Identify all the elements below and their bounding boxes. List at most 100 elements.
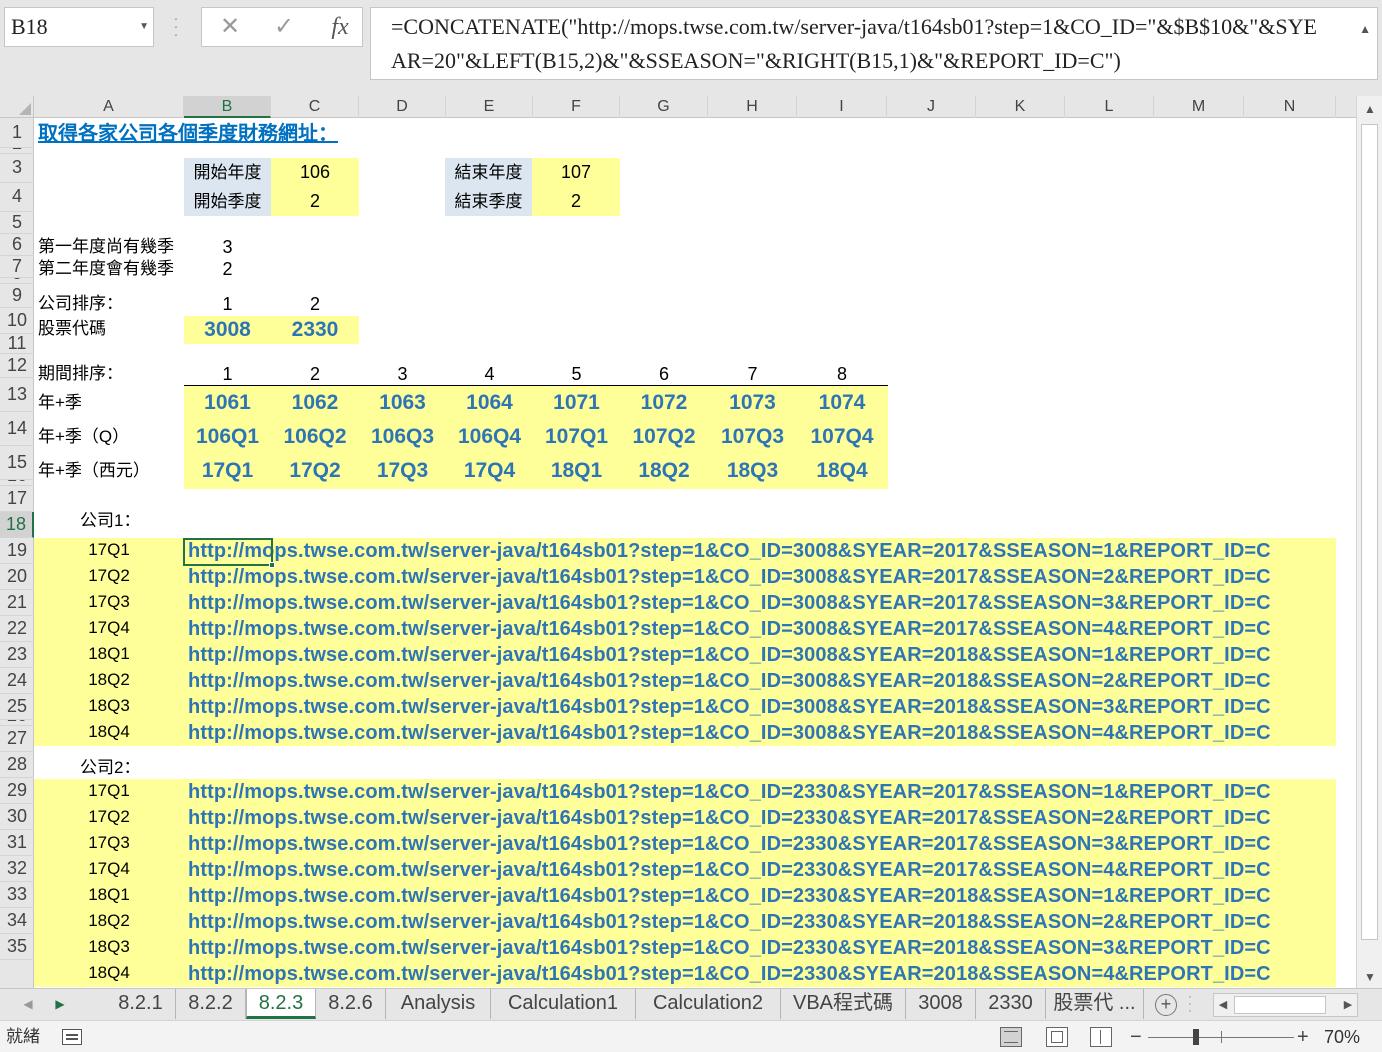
column-header-n[interactable]: N: [1244, 96, 1336, 118]
yq-q-cell-8[interactable]: 107Q4: [797, 420, 887, 454]
row-header-32[interactable]: 32: [0, 856, 34, 882]
sheet-tab-6[interactable]: Calculation1: [491, 989, 636, 1019]
period-order-3[interactable]: 3: [359, 362, 446, 386]
company2-url-1[interactable]: http://mops.twse.com.tw/server-java/t164…: [188, 779, 1271, 805]
first-year-label[interactable]: 第一年度尚有幾季: [38, 236, 174, 258]
row-header-3[interactable]: 3: [0, 154, 34, 183]
company1-url-4[interactable]: http://mops.twse.com.tw/server-java/t164…: [188, 616, 1271, 642]
yq-ad-cell-6[interactable]: 18Q2: [620, 454, 708, 488]
yq-cell-8[interactable]: 1074: [797, 386, 887, 420]
sheet-tab-10[interactable]: 2330: [976, 989, 1046, 1019]
company2-url-5[interactable]: http://mops.twse.com.tw/server-java/t164…: [188, 883, 1271, 909]
company1-url-8[interactable]: http://mops.twse.com.tw/server-java/t164…: [188, 720, 1271, 746]
insert-function-icon[interactable]: fx: [320, 8, 360, 46]
yq-cell-5[interactable]: 1071: [533, 386, 620, 420]
company1-period-1[interactable]: 17Q1: [34, 538, 184, 564]
page-break-icon[interactable]: [1090, 1027, 1112, 1047]
start-quarter-label[interactable]: 開始季度: [184, 187, 271, 216]
row-header-30[interactable]: 30: [0, 804, 34, 830]
start-year-value[interactable]: 106: [271, 158, 359, 187]
yq-ad-cell-5[interactable]: 18Q1: [533, 454, 620, 488]
column-header-i[interactable]: I: [797, 96, 887, 118]
yq-cell-4[interactable]: 1064: [446, 386, 533, 420]
tab-prev-icon[interactable]: ◀: [14, 989, 42, 1019]
normal-view-icon[interactable]: [1000, 1027, 1022, 1047]
row-header-34[interactable]: 34: [0, 908, 34, 934]
second-year-value[interactable]: 2: [184, 258, 271, 280]
vertical-scroll-thumb[interactable]: [1361, 124, 1378, 940]
column-header-h[interactable]: H: [708, 96, 797, 118]
sheet-title[interactable]: 取得各家公司各個季度財務網址：: [38, 120, 338, 148]
column-header-l[interactable]: L: [1065, 96, 1154, 118]
company2-url-7[interactable]: http://mops.twse.com.tw/server-java/t164…: [188, 935, 1271, 961]
period-order-4[interactable]: 4: [446, 362, 533, 386]
company2-period-7[interactable]: 18Q3: [34, 935, 184, 961]
scroll-left-icon[interactable]: ◀: [1214, 994, 1232, 1016]
company1-url-6[interactable]: http://mops.twse.com.tw/server-java/t164…: [188, 668, 1271, 694]
company2-period-1[interactable]: 17Q1: [34, 779, 184, 805]
yq-ad-cell-3[interactable]: 17Q3: [359, 454, 446, 488]
column-header-g[interactable]: G: [620, 96, 708, 118]
row-header-10[interactable]: 10: [0, 308, 34, 334]
scroll-up-icon[interactable]: ▲: [1357, 102, 1382, 116]
period-order-label[interactable]: 期間排序：: [38, 362, 123, 386]
company1-period-4[interactable]: 17Q4: [34, 616, 184, 642]
row-header-23[interactable]: 23: [0, 642, 34, 668]
yq-ad-cell-1[interactable]: 17Q1: [184, 454, 271, 488]
column-header-b[interactable]: B: [184, 96, 271, 118]
tab-resize-icon[interactable]: · · ·: [1188, 990, 1196, 1016]
tab-next-icon[interactable]: ▶: [46, 989, 74, 1019]
sheet-tab-5[interactable]: Analysis: [386, 989, 491, 1019]
sheet-tab-2[interactable]: 8.2.2: [176, 989, 246, 1019]
zoom-in-icon[interactable]: +: [1297, 1021, 1309, 1052]
yq-q-cell-6[interactable]: 107Q2: [620, 420, 708, 454]
company1-period-5[interactable]: 18Q1: [34, 642, 184, 668]
add-sheet-icon[interactable]: +: [1155, 994, 1177, 1016]
resize-dots-icon[interactable]: · · ·: [172, 11, 180, 42]
sheet-tab-7[interactable]: Calculation2: [636, 989, 781, 1019]
row-header-7[interactable]: 7: [0, 256, 34, 278]
row-header-12[interactable]: 12: [0, 354, 34, 378]
column-header-k[interactable]: K: [976, 96, 1065, 118]
sheet-tab-11[interactable]: 股票代 ...: [1046, 989, 1144, 1019]
end-year-label[interactable]: 結束年度: [445, 158, 532, 187]
company-order-1[interactable]: 1: [184, 292, 271, 316]
yq-cell-2[interactable]: 1062: [271, 386, 359, 420]
company1-url-1[interactable]: http://mops.twse.com.tw/server-java/t164…: [188, 538, 1271, 564]
row-header-5[interactable]: 5: [0, 212, 34, 234]
worksheet-grid[interactable]: 取得各家公司各個季度財務網址： 開始年度 106 開始季度 2 結束年度 107…: [34, 118, 1356, 988]
second-year-label[interactable]: 第二年度會有幾季: [38, 258, 174, 280]
row-header-11[interactable]: 11: [0, 334, 34, 354]
column-header-f[interactable]: F: [533, 96, 620, 118]
sheet-tab-1[interactable]: 8.2.1: [106, 989, 176, 1019]
period-order-7[interactable]: 7: [708, 362, 797, 386]
yq-q-cell-3[interactable]: 106Q3: [359, 420, 446, 454]
yq-q-cell-1[interactable]: 106Q1: [184, 420, 271, 454]
zoom-slider-thumb[interactable]: [1193, 1029, 1199, 1045]
horizontal-scrollbar[interactable]: ◀ ▶: [1213, 993, 1358, 1017]
scroll-right-icon[interactable]: ▶: [1339, 994, 1357, 1016]
yq-cell-1[interactable]: 1061: [184, 386, 271, 420]
row-header-6[interactable]: 6: [0, 234, 34, 256]
company2-url-3[interactable]: http://mops.twse.com.tw/server-java/t164…: [188, 831, 1271, 857]
cancel-icon[interactable]: ✕: [210, 8, 250, 46]
yq-q-label[interactable]: 年+季（Q）: [38, 422, 129, 452]
column-header-a[interactable]: A: [34, 96, 184, 118]
row-header-24[interactable]: 24: [0, 668, 34, 694]
row-header-31[interactable]: 31: [0, 830, 34, 856]
end-year-value[interactable]: 107: [532, 158, 620, 187]
company1-label[interactable]: 公司1：: [80, 508, 140, 534]
row-header-33[interactable]: 33: [0, 882, 34, 908]
company2-url-8[interactable]: http://mops.twse.com.tw/server-java/t164…: [188, 961, 1271, 987]
row-header-19[interactable]: 19: [0, 538, 34, 564]
formula-input[interactable]: =CONCATENATE("http://mops.twse.com.tw/se…: [370, 7, 1378, 80]
company1-period-2[interactable]: 17Q2: [34, 564, 184, 590]
check-icon[interactable]: ✓: [264, 8, 304, 46]
row-header-17[interactable]: 17: [0, 486, 34, 512]
row-header-1[interactable]: 1: [0, 118, 34, 148]
stock-code-1[interactable]: 3008: [184, 316, 271, 344]
yq-ad-cell-2[interactable]: 17Q2: [271, 454, 359, 488]
zoom-out-icon[interactable]: −: [1130, 1021, 1142, 1052]
company-order-2[interactable]: 2: [271, 292, 359, 316]
sheet-tab-8[interactable]: VBA程式碼: [781, 989, 906, 1019]
